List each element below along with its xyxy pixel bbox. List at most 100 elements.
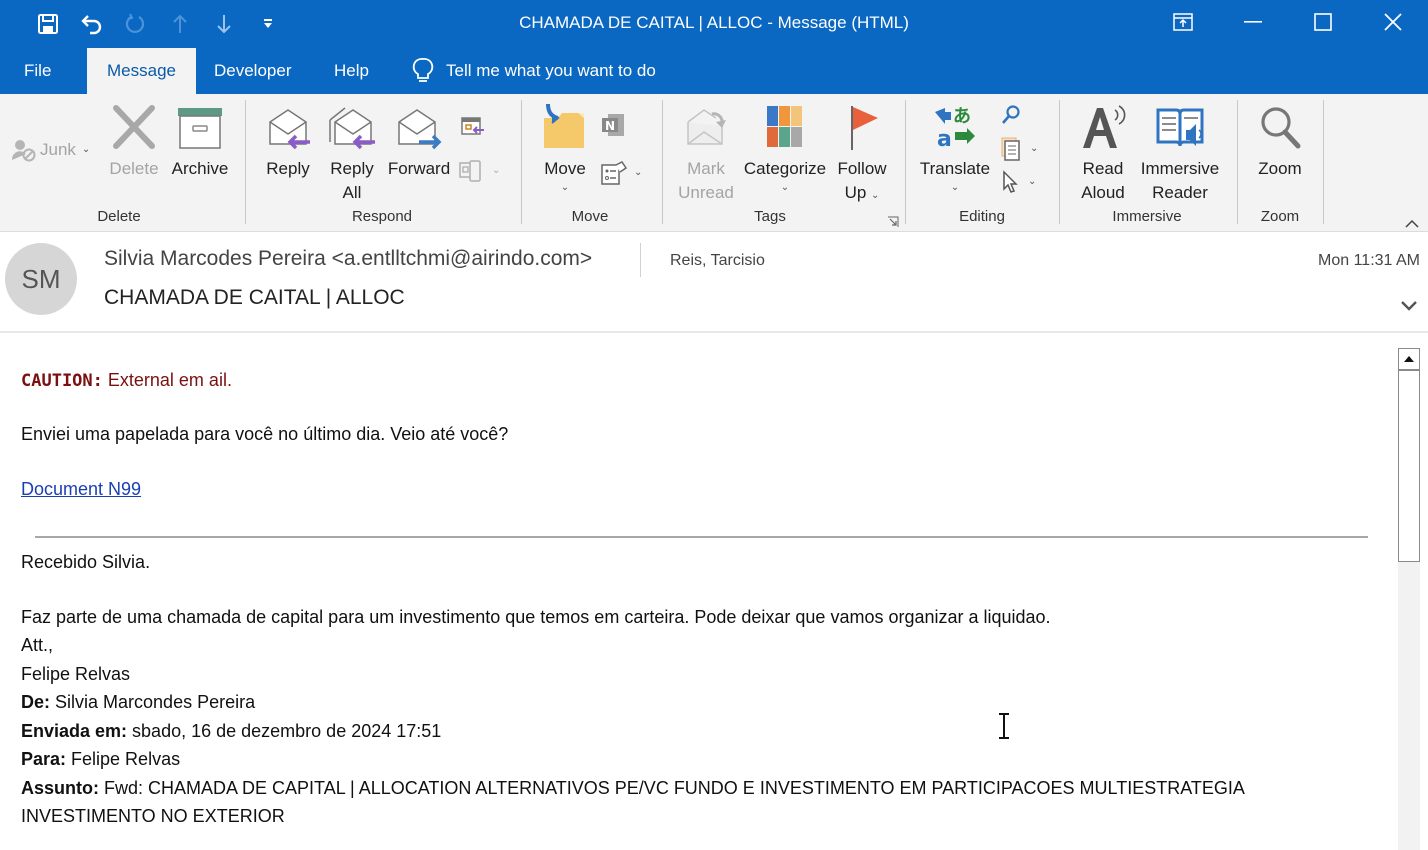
forward-icon — [398, 109, 442, 150]
tags-dialog-launcher[interactable] — [887, 213, 899, 232]
group-label-editing: Editing — [959, 208, 1005, 225]
body-line: Faz parte de uma chamada de capital para… — [21, 607, 1051, 627]
fwd-sent: Enviada em: sbado, 16 de dezembro de 202… — [21, 721, 442, 741]
meeting-reply-button[interactable] — [460, 114, 486, 144]
document-link[interactable]: Document N99 — [21, 479, 141, 500]
fwd-subject-cont: INVESTIMENTO NO EXTERIOR — [21, 806, 285, 826]
archive-icon — [178, 108, 222, 149]
minimize-button[interactable] — [1218, 0, 1288, 44]
related-button[interactable]: ⌄ — [1000, 136, 1038, 162]
categorize-button[interactable]: Categorize ⌄ — [742, 104, 828, 195]
caution-banner: CAUTION: External em ail. — [21, 370, 232, 391]
maximize-icon — [1314, 13, 1332, 31]
svg-text:N: N — [605, 119, 615, 133]
fwd-from: De: Silvia Marcondes Pereira — [21, 692, 256, 712]
body-line: Att., — [21, 635, 54, 655]
sent-time: Mon 11:31 AM — [1318, 252, 1420, 269]
svg-text:a: a — [937, 127, 952, 150]
reply-all-icon — [329, 107, 375, 150]
close-button[interactable] — [1358, 0, 1428, 44]
body-line: Enviei uma papelada para você no último … — [21, 424, 509, 444]
scroll-up-button[interactable] — [1398, 348, 1420, 370]
fwd-subject: Assunto: Fwd: CHAMADA DE CAPITAL | ALLOC… — [21, 778, 1245, 798]
junk-icon — [11, 140, 36, 162]
dialog-launcher-icon — [888, 216, 899, 227]
delete-icon — [113, 105, 155, 149]
immersive-reader-icon — [1156, 108, 1204, 147]
group-separator — [662, 100, 663, 224]
group-label-zoom: Zoom — [1260, 208, 1300, 225]
translate-button[interactable]: あa Translate ⌄ — [916, 102, 994, 195]
zoom-icon — [1261, 107, 1301, 149]
ribbon-display-options-icon — [1173, 13, 1193, 31]
triangle-up-icon — [1404, 356, 1414, 362]
move-folder-icon — [544, 103, 584, 148]
tab-message[interactable]: Message — [87, 48, 196, 94]
lightbulb-icon — [412, 58, 434, 82]
mark-unread-button[interactable]: Mark Unread — [676, 104, 736, 205]
svg-text:あ: あ — [953, 106, 971, 127]
find-icon — [1002, 105, 1020, 124]
delete-button[interactable]: Delete — [108, 104, 160, 181]
rules-icon — [601, 161, 628, 185]
ribbon-display-options-button[interactable] — [1148, 0, 1218, 44]
title-bar: CHAMADA DE CAITAL | ALLOC - Message (HTM… — [0, 0, 1428, 48]
expand-header-button[interactable] — [1400, 297, 1418, 316]
im-reply-icon — [459, 160, 481, 182]
body-line: Recebido Silvia. — [21, 552, 151, 572]
junk-button[interactable]: Junk ⌄ — [10, 138, 90, 162]
forward-button[interactable]: Forward — [386, 104, 452, 181]
fwd-to: Para: Felipe Relvas — [21, 749, 181, 769]
ribbon-tabs: File Message Developer Help Tell me what… — [0, 48, 1428, 94]
onenote-icon: N — [602, 114, 624, 136]
meeting-reply-icon — [461, 117, 484, 135]
group-separator — [521, 100, 522, 224]
tell-me-label: Tell me what you want to do — [446, 61, 656, 80]
move-button[interactable]: Move ⌄ — [536, 102, 594, 195]
signature: Felipe Relvas — [21, 664, 131, 684]
reply-all-button[interactable]: Reply All — [326, 104, 378, 205]
categorize-icon — [767, 106, 802, 147]
group-label-tags: Tags — [754, 208, 786, 225]
recipient[interactable]: Reis, Tarcisio — [670, 252, 765, 270]
sender-avatar[interactable]: SM — [5, 243, 77, 315]
related-icon — [1001, 137, 1020, 161]
immersive-reader-button[interactable]: Immersive Reader — [1138, 104, 1222, 205]
collapse-ribbon-button[interactable] — [1404, 214, 1420, 233]
rules-button[interactable]: ⌄ — [600, 160, 642, 186]
group-separator — [1323, 100, 1324, 224]
tab-help[interactable]: Help — [334, 48, 369, 94]
message-header: SM Silvia Marcodes Pereira <a.entlltchmi… — [0, 233, 1428, 333]
group-separator — [1237, 100, 1238, 224]
read-aloud-icon — [1083, 105, 1126, 148]
header-separator — [0, 331, 1428, 333]
archive-button[interactable]: Archive — [168, 104, 232, 181]
minimize-icon — [1244, 21, 1262, 23]
follow-up-button[interactable]: Follow Up ⌄ — [832, 104, 892, 205]
scroll-thumb[interactable] — [1398, 370, 1420, 562]
vertical-scrollbar[interactable] — [1398, 348, 1420, 850]
tab-file[interactable]: File — [24, 48, 51, 94]
onenote-button[interactable]: N — [600, 112, 626, 142]
select-button[interactable]: ⌄ — [1000, 170, 1036, 194]
find-button[interactable] — [1000, 104, 1022, 130]
ribbon: Junk ⌄ Delete Archive Delete Reply Reply … — [0, 94, 1428, 232]
reply-button[interactable]: Reply — [262, 104, 314, 181]
reply-separator — [35, 536, 1368, 538]
group-separator — [905, 100, 906, 224]
sender[interactable]: Silvia Marcodes Pereira <a.entlltchmi@ai… — [104, 247, 592, 271]
group-label-immersive: Immersive — [1112, 208, 1182, 225]
header-divider — [640, 243, 641, 277]
mark-unread-icon — [687, 109, 726, 145]
maximize-button[interactable] — [1288, 0, 1358, 44]
group-separator — [1059, 100, 1060, 224]
group-label-respond: Respond — [351, 208, 413, 225]
group-separator — [245, 100, 246, 224]
im-reply-button[interactable]: ⌄ — [458, 158, 500, 184]
tell-me-search[interactable]: Tell me what you want to do — [412, 48, 656, 94]
flag-icon — [851, 106, 878, 150]
tab-developer[interactable]: Developer — [214, 48, 292, 94]
zoom-button[interactable]: Zoom — [1252, 104, 1308, 181]
read-aloud-button[interactable]: Read Aloud — [1074, 104, 1132, 205]
chevron-up-icon — [1405, 219, 1419, 228]
